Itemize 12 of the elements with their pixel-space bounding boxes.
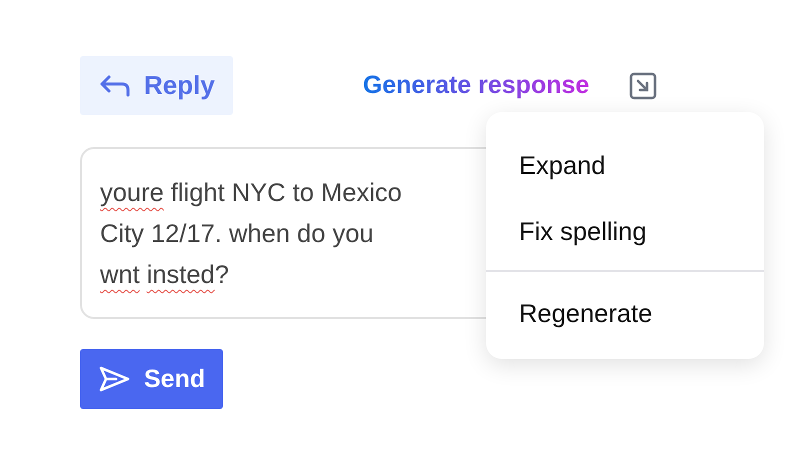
message-text: ? (214, 260, 229, 291)
message-text: flight NYC to Mexico (170, 178, 402, 209)
misspelled-word: wnt (100, 260, 140, 291)
reply-button[interactable]: Reply (80, 56, 233, 115)
send-button[interactable]: Send (80, 349, 224, 409)
misspelled-word: insted (146, 260, 215, 291)
misspelled-word: youre (100, 178, 164, 209)
reply-arrow-icon (100, 74, 130, 96)
expand-icon[interactable] (629, 72, 658, 100)
send-icon (98, 365, 130, 393)
menu-item[interactable]: Regenerate (486, 270, 764, 356)
message-text: City 12/17. when do you (100, 219, 374, 250)
